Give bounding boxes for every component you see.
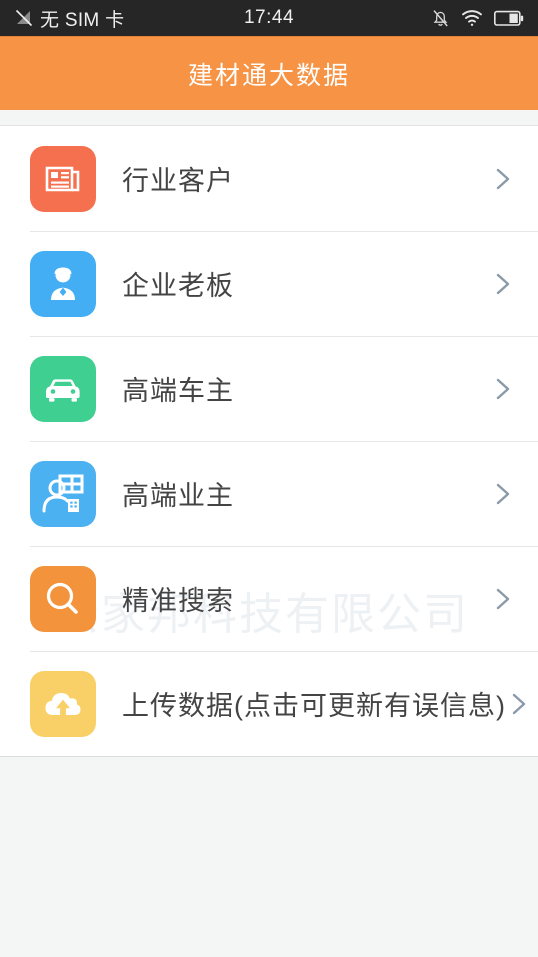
- list-item-precise-search[interactable]: 精准搜索: [0, 546, 538, 651]
- carrier-label: 无 SIM 卡: [40, 9, 125, 31]
- phone-screen: 无 SIM 卡 17:44 建材通大数据 宏家邦科技有限公司 行业客户 企业老板…: [0, 0, 538, 957]
- list-item-label: 高端车主: [122, 376, 234, 406]
- list-item-label: 行业客户: [122, 166, 234, 196]
- list-item-label: 精准搜索: [122, 586, 234, 616]
- list-item-premium-car-owner[interactable]: 高端车主: [0, 336, 538, 441]
- chevron-right-icon: [496, 483, 510, 504]
- list-item-company-boss[interactable]: 企业老板: [0, 231, 538, 336]
- bell-muted-icon: [431, 8, 450, 28]
- wifi-icon: [461, 9, 483, 27]
- status-bar-left: 无 SIM 卡: [14, 5, 124, 32]
- empty-area: [0, 756, 538, 957]
- chevron-right-icon: [496, 273, 510, 294]
- signal-off-icon: [14, 8, 34, 28]
- list-item-label: 企业老板: [122, 271, 234, 301]
- list-item-industry-customers[interactable]: 行业客户: [0, 126, 538, 231]
- list-item-label: 上传数据(点击可更新有误信息): [122, 691, 506, 721]
- list-item-label: 高端业主: [122, 481, 234, 511]
- property-owner-icon: [30, 460, 96, 527]
- app-header: 建材通大数据: [0, 36, 538, 110]
- chevron-right-icon: [496, 588, 510, 609]
- menu-list: 宏家邦科技有限公司 行业客户 企业老板 高端车主 高端业主 精准搜索 上传数据(…: [0, 126, 538, 756]
- list-item-upload-data[interactable]: 上传数据(点击可更新有误信息): [0, 651, 538, 756]
- list-item-premium-property-owner[interactable]: 高端业主: [0, 441, 538, 546]
- battery-icon: [494, 10, 524, 27]
- page-title: 建材通大数据: [187, 61, 350, 90]
- chevron-right-icon: [512, 693, 526, 714]
- status-bar-right: [431, 8, 524, 28]
- chevron-right-icon: [496, 168, 510, 189]
- businessman-icon: [30, 250, 96, 317]
- page-body: 宏家邦科技有限公司 行业客户 企业老板 高端车主 高端业主 精准搜索 上传数据(…: [0, 110, 538, 957]
- newspaper-icon: [30, 145, 96, 212]
- chevron-right-icon: [496, 378, 510, 399]
- top-spacer: [0, 110, 538, 126]
- car-icon: [30, 355, 96, 422]
- status-bar: 无 SIM 卡 17:44: [0, 0, 538, 36]
- cloud-upload-icon: [30, 670, 96, 737]
- search-icon: [30, 565, 96, 632]
